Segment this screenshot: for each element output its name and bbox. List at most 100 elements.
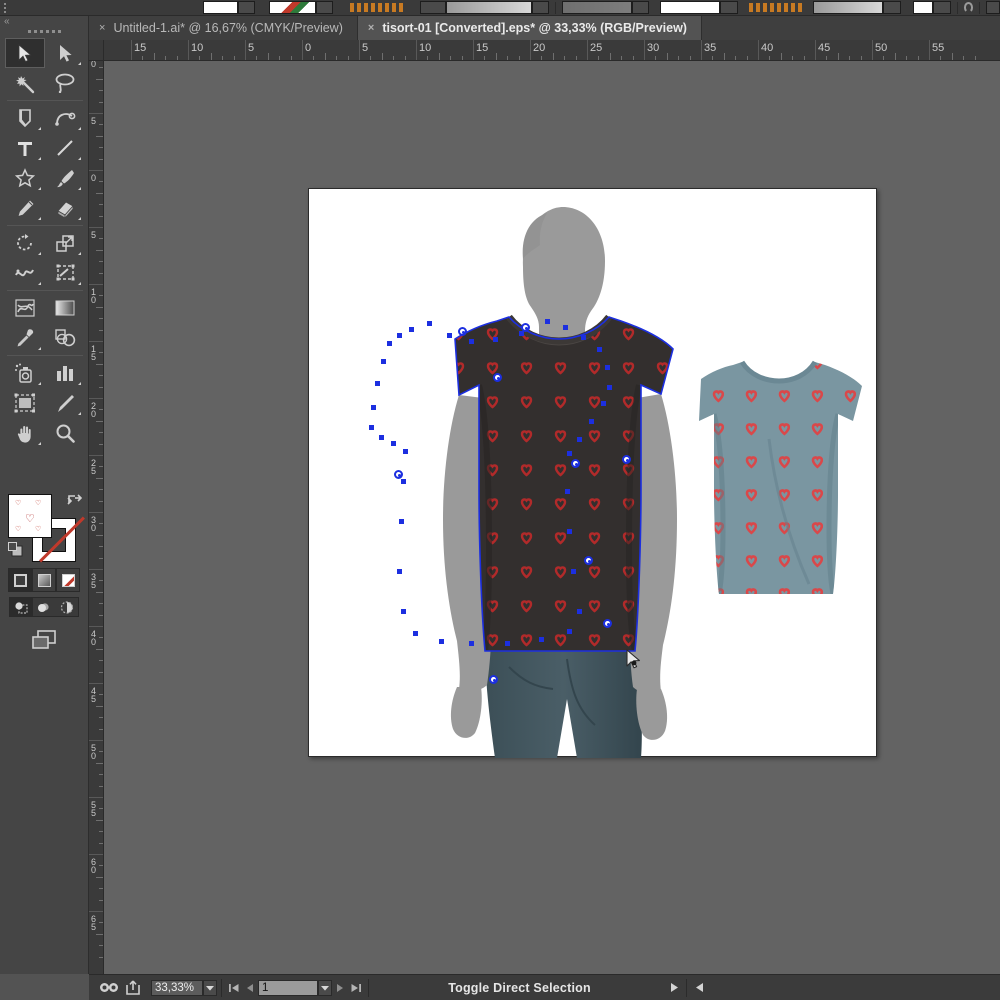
stroke-color-dropdown[interactable] xyxy=(315,1,334,14)
anchor-point[interactable] xyxy=(387,341,392,346)
paintbrush-tool[interactable] xyxy=(45,163,85,193)
artboard-number-field[interactable]: 1 xyxy=(258,979,318,996)
canvas-area[interactable] xyxy=(104,61,1000,974)
last-artboard-button[interactable] xyxy=(348,979,364,997)
default-fill-stroke-icon[interactable] xyxy=(8,542,23,557)
pencil-tool[interactable] xyxy=(5,193,45,223)
opacity-field[interactable] xyxy=(419,1,447,14)
transparency-dropdown[interactable] xyxy=(883,1,901,14)
anchor-point[interactable] xyxy=(567,529,572,534)
anchor-point[interactable] xyxy=(493,337,498,342)
close-icon[interactable]: × xyxy=(368,22,374,34)
style-swatch-field[interactable] xyxy=(446,1,532,14)
width-warp-tool[interactable] xyxy=(5,258,45,288)
anchor-point[interactable] xyxy=(567,629,572,634)
color-mode-none[interactable] xyxy=(56,568,80,592)
close-icon[interactable]: × xyxy=(99,22,105,34)
swap-fill-stroke-icon[interactable] xyxy=(66,492,83,508)
next-artboard-button[interactable] xyxy=(332,979,348,997)
free-transform-tool[interactable] xyxy=(45,258,85,288)
share-document-icon[interactable] xyxy=(121,979,145,997)
toolbox-grip[interactable] xyxy=(0,26,89,36)
anchor-point[interactable] xyxy=(469,641,474,646)
pen-tool[interactable] xyxy=(5,103,45,133)
zoom-tool[interactable] xyxy=(45,418,85,448)
align-field[interactable] xyxy=(748,3,803,12)
fill-swatch[interactable]: ♡ ♡ ♡ ♡ ♡ xyxy=(8,494,52,538)
direction-handle[interactable] xyxy=(603,619,612,628)
previous-artboard-button[interactable] xyxy=(242,979,258,997)
fill-color-dropdown[interactable] xyxy=(237,1,256,14)
edit-in-place-icon[interactable] xyxy=(97,979,121,997)
line-segment-tool[interactable] xyxy=(45,133,85,163)
column-graph-tool[interactable] xyxy=(45,358,85,388)
color-mode-buttons[interactable] xyxy=(8,568,80,592)
document-setup-dropdown[interactable] xyxy=(631,1,649,14)
anchor-point[interactable] xyxy=(597,347,602,352)
curvature-tool[interactable] xyxy=(45,103,85,133)
direction-handle[interactable] xyxy=(493,373,502,382)
color-mode-color[interactable] xyxy=(8,568,32,592)
document-setup-field[interactable] xyxy=(561,1,632,14)
anchor-point[interactable] xyxy=(601,401,606,406)
anchor-point[interactable] xyxy=(565,489,570,494)
anchor-point[interactable] xyxy=(399,519,404,524)
anchor-point[interactable] xyxy=(401,479,406,484)
type-tool[interactable] xyxy=(5,133,45,163)
slice-tool[interactable] xyxy=(45,388,85,418)
anchor-point[interactable] xyxy=(581,335,586,340)
anchor-point[interactable] xyxy=(567,451,572,456)
eyedropper-tool[interactable] xyxy=(5,323,45,353)
anchor-point[interactable] xyxy=(447,333,452,338)
anchor-point[interactable] xyxy=(439,639,444,644)
transform-dropdown[interactable] xyxy=(720,1,738,14)
recolor-artwork-icon[interactable] xyxy=(963,2,973,13)
document-tab-1[interactable]: × Untitled-1.ai* @ 16,67% (CMYK/Preview) xyxy=(89,16,358,40)
document-tab-2[interactable]: × tisort-01 [Converted].eps* @ 33,33% (R… xyxy=(357,16,702,40)
direction-handle[interactable] xyxy=(584,556,593,565)
anchor-point[interactable] xyxy=(571,569,576,574)
anchor-point[interactable] xyxy=(505,641,510,646)
zoom-dropdown-arrow[interactable] xyxy=(203,979,217,996)
anchor-point[interactable] xyxy=(605,365,610,370)
anchor-point[interactable] xyxy=(577,437,582,442)
artboard-tool[interactable] xyxy=(5,388,45,418)
stroke-color-field[interactable] xyxy=(269,1,316,14)
direction-handle[interactable] xyxy=(489,675,498,684)
anchor-point[interactable] xyxy=(427,321,432,326)
gradient-tool[interactable] xyxy=(45,293,85,323)
anchor-point[interactable] xyxy=(409,327,414,332)
toolbox-panel[interactable]: « ♡ ♡ ♡ ♡ ♡ xyxy=(0,16,89,974)
shape-star-tool[interactable] xyxy=(5,163,45,193)
blend-tool[interactable] xyxy=(45,323,85,353)
direction-handle[interactable] xyxy=(394,470,403,479)
lasso-tool[interactable] xyxy=(45,68,85,98)
anchor-point[interactable] xyxy=(577,609,582,614)
document-tab-bar[interactable]: × Untitled-1.ai* @ 16,67% (CMYK/Preview)… xyxy=(89,16,1000,40)
horizontal-ruler[interactable]: 15 10 5 0 5 10 15 20 25 30 35 40 45 50 55 xyxy=(104,40,1000,61)
status-bar[interactable]: 33,33% 1 Toggle Direct Selection xyxy=(89,974,1000,1000)
zoom-level-field[interactable]: 33,33% xyxy=(151,979,203,996)
screen-mode-button[interactable] xyxy=(28,627,62,653)
direction-handle[interactable] xyxy=(571,459,580,468)
stroke-profile-field[interactable] xyxy=(350,3,405,12)
control-bar[interactable] xyxy=(0,0,1000,16)
anchor-point[interactable] xyxy=(403,449,408,454)
anchor-point[interactable] xyxy=(375,381,380,386)
anchor-point[interactable] xyxy=(545,319,550,324)
isolate-dropdown[interactable] xyxy=(933,1,951,14)
drawing-mode-buttons[interactable] xyxy=(9,597,79,617)
vertical-ruler[interactable]: 0505101520253035404550556065 xyxy=(89,61,104,974)
anchor-point[interactable] xyxy=(589,419,594,424)
artboard[interactable] xyxy=(308,188,877,758)
anchor-point[interactable] xyxy=(469,339,474,344)
anchor-point[interactable] xyxy=(391,441,396,446)
eraser-tool[interactable] xyxy=(45,193,85,223)
anchor-point[interactable] xyxy=(607,385,612,390)
isolate-field[interactable] xyxy=(912,1,934,14)
anchor-point[interactable] xyxy=(371,405,376,410)
artboard-dropdown-arrow[interactable] xyxy=(318,979,332,996)
rotate-tool[interactable] xyxy=(5,228,45,258)
status-expand-right-icon[interactable] xyxy=(666,979,682,997)
color-mode-gradient[interactable] xyxy=(32,568,56,592)
